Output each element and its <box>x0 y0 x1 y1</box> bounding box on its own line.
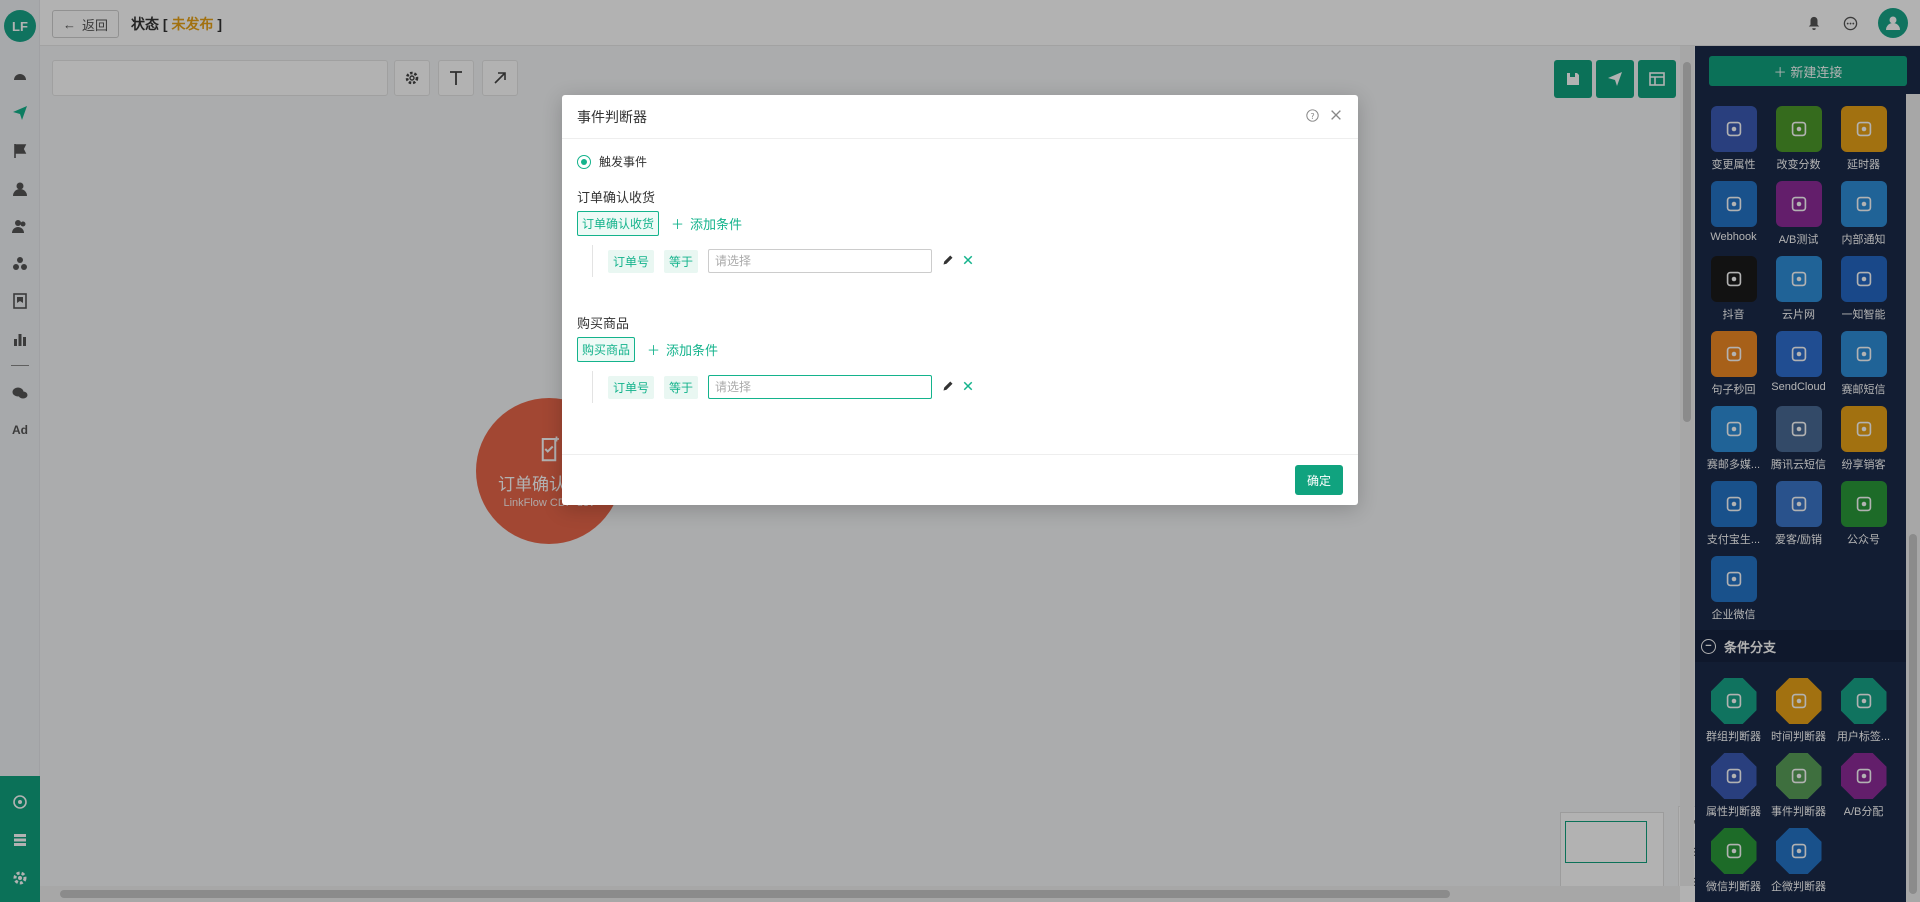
event-judge-dialog: 事件判断器 ? 触发事件 订单确认收货 订单确认收货 ＋添加条件 订单号 等于 … <box>562 95 1358 505</box>
svg-text:?: ? <box>1310 110 1314 120</box>
delete-icon[interactable] <box>962 254 974 269</box>
confirm-button[interactable]: 确定 <box>1294 465 1343 495</box>
trigger-event-radio[interactable]: 触发事件 <box>577 153 1343 170</box>
condition-value-select[interactable] <box>708 249 933 273</box>
condition-operator[interactable]: 等于 <box>664 375 699 399</box>
condition-field[interactable]: 订单号 <box>608 375 655 399</box>
condition-row: 订单号 等于 <box>592 371 974 403</box>
radio-label: 触发事件 <box>599 155 648 169</box>
group-title: 购买商品 <box>577 316 630 331</box>
plus-icon: ＋ <box>671 217 685 232</box>
pencil-icon[interactable] <box>942 380 954 395</box>
help-icon[interactable]: ? <box>1306 108 1319 125</box>
add-condition-button[interactable]: ＋添加条件 <box>647 340 718 359</box>
dialog-title: 事件判断器 <box>577 108 647 125</box>
condition-operator[interactable]: 等于 <box>664 249 699 273</box>
pencil-icon[interactable] <box>942 254 954 269</box>
condition-field[interactable]: 订单号 <box>608 249 655 273</box>
group-title: 订单确认收货 <box>577 190 656 205</box>
add-condition-button[interactable]: ＋添加条件 <box>671 214 742 233</box>
condition-row: 订单号 等于 <box>592 245 974 277</box>
condition-value-select[interactable] <box>708 375 933 399</box>
plus-icon: ＋ <box>647 343 661 358</box>
close-icon[interactable] <box>1329 108 1343 125</box>
event-tag[interactable]: 购买商品 <box>577 337 636 362</box>
delete-icon[interactable] <box>962 380 974 395</box>
radio-checked-icon[interactable] <box>577 154 591 169</box>
event-tag[interactable]: 订单确认收货 <box>577 211 660 236</box>
